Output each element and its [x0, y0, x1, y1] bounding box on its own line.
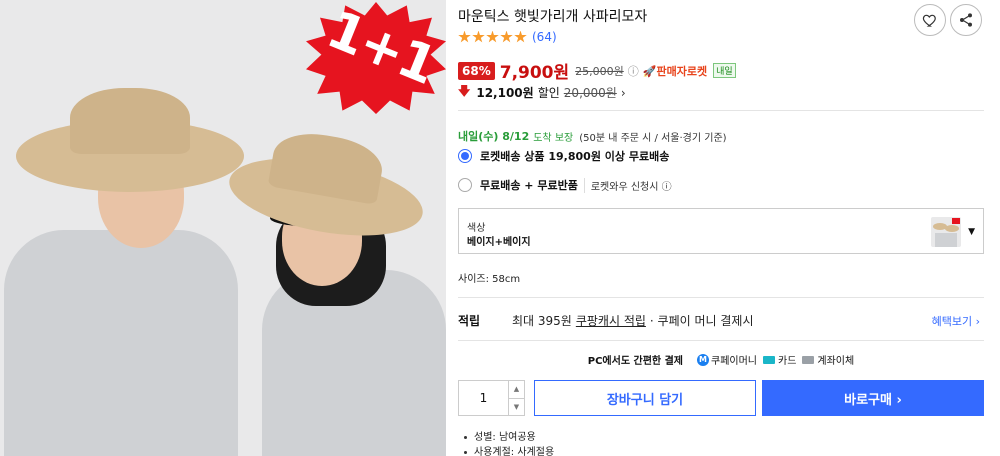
man-hat-crown [70, 88, 190, 154]
delivery-guarantee: 도착 보장 [533, 132, 574, 144]
delivery-date: 내일(수) 8/12 [458, 130, 530, 143]
discount-badge: 68% [458, 61, 495, 80]
down-arrow-icon: 🡇 [458, 84, 471, 98]
coupon-original-price: 20,000원 [563, 86, 617, 100]
shipping-option-rocket[interactable]: 로켓배송 상품 19,800원 이상 무료배송 [458, 148, 669, 164]
price-row: 68% 7,900원 25,000원 ⓘ 🚀판매자로켓 내일 [458, 58, 736, 83]
size-info: 사이즈: 58cm [458, 274, 521, 285]
quantity-increase-button[interactable]: ▲ [509, 381, 524, 399]
coupay-icon: M [697, 353, 709, 366]
radio-button[interactable] [458, 178, 472, 192]
chevron-right-icon: › [620, 85, 626, 100]
bank-icon [802, 355, 815, 364]
reward-row: 적립 최대 395원 쿠팡캐시 적립 · 쿠페이 머니 결제시 혜택보기 › [458, 312, 984, 329]
rating[interactable]: (64) [458, 30, 557, 44]
shipping-option-label: 로켓배송 상품 19,800원 이상 무료배송 [480, 150, 670, 163]
heart-icon [922, 14, 936, 27]
coupang-cash-link[interactable]: 쿠팡캐시 적립 [576, 312, 646, 329]
spec-item: 성별: 남여공용 [464, 430, 554, 445]
divider [458, 110, 984, 111]
rocket-wow-note[interactable]: 로켓와우 신청시 ⓘ [583, 177, 672, 193]
star-icon [472, 30, 485, 43]
quantity-input[interactable]: 1 [459, 381, 508, 415]
quantity-steppers: ▲ ▼ [508, 381, 524, 415]
coupon-amount: 12,100원 [476, 86, 534, 100]
option-thumbnail [931, 217, 961, 247]
coupon-discount-row[interactable]: 🡇 12,100원 할인 20,000원 › [458, 82, 626, 103]
payment-method-label: 쿠페이머니 [711, 356, 757, 367]
option-label: 색상 [467, 223, 486, 234]
shipping-option-free-return[interactable]: 무료배송 + 무료반품 로켓와우 신청시 ⓘ [458, 177, 672, 193]
chevron-down-icon: ▼ [968, 227, 975, 237]
payment-coupay: M 쿠페이머니 [697, 352, 757, 367]
review-count-link[interactable]: (64) [532, 30, 557, 44]
delivery-info: 내일(수) 8/12 도착 보장 (50분 내 주문 시 / 서울·경기 기준) [458, 128, 727, 144]
product-title: 마운틱스 햇빛가리개 사파리모자 [458, 9, 648, 25]
reward-label: 적립 [458, 314, 481, 328]
sale-price: 7,900원 [499, 63, 570, 83]
reward-amount: 최대 395원 [512, 314, 572, 328]
radio-button[interactable] [458, 149, 472, 163]
benefit-view-link[interactable]: 혜택보기 › [932, 313, 980, 329]
spec-item: 사용계절: 사계절용 [464, 445, 554, 456]
payment-title: PC에서도 간편한 결제 [587, 356, 683, 367]
divider [458, 340, 984, 341]
star-icon [486, 30, 499, 43]
payment-method-label: 카드 [778, 356, 797, 367]
option-value: 베이지+베이지 [467, 237, 531, 248]
seller-rocket-badge: 🚀판매자로켓 [642, 64, 708, 78]
share-icon [960, 13, 972, 27]
card-icon [763, 355, 775, 364]
divider [458, 297, 984, 298]
add-to-cart-button[interactable]: 장바구니 담기 [534, 380, 756, 416]
spec-list: 성별: 남여공용 사용계절: 사계절용 [464, 430, 554, 456]
buy-now-button[interactable]: 바로구매 › [762, 380, 984, 416]
product-image[interactable]: 1+1 [0, 0, 446, 456]
coupon-label: 할인 [537, 86, 560, 100]
info-icon[interactable]: ⓘ [628, 63, 639, 79]
star-icon [500, 30, 513, 43]
payment-card: 카드 [763, 352, 796, 367]
payment-method-label: 계좌이체 [817, 356, 855, 367]
wishlist-button[interactable] [914, 4, 946, 36]
color-option-select[interactable]: 색상 베이지+베이지 ▼ [458, 208, 984, 254]
quantity-stepper[interactable]: 1 ▲ ▼ [458, 380, 525, 416]
star-icon [514, 30, 527, 43]
reward-condition: · 쿠페이 머니 결제시 [649, 314, 754, 328]
share-button[interactable] [950, 4, 982, 36]
quantity-decrease-button[interactable]: ▼ [509, 399, 524, 416]
model-man [4, 230, 238, 456]
tomorrow-badge: 내일 [713, 63, 736, 78]
star-icon [458, 30, 471, 43]
payment-bank: 계좌이체 [802, 352, 854, 367]
shipping-option-label: 무료배송 + 무료반품 [480, 179, 578, 192]
delivery-note: (50분 내 주문 시 / 서울·경기 기준) [579, 132, 727, 144]
product-details: 마운틱스 햇빛가리개 사파리모자 (64) 68% 7,900원 25,000원… [458, 0, 988, 456]
payment-methods: PC에서도 간편한 결제 M 쿠페이머니 카드 계좌이체 [458, 352, 984, 367]
original-price: 25,000원 [575, 64, 624, 78]
